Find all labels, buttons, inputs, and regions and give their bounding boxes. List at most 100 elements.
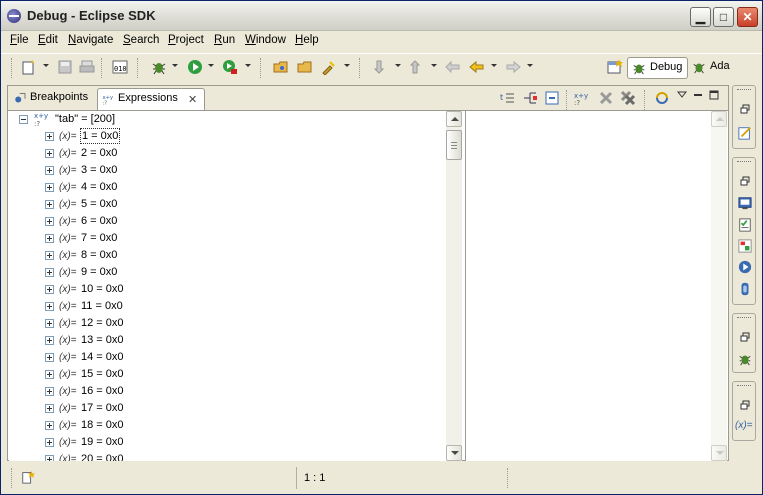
maximize-button[interactable]: □ <box>713 7 734 27</box>
menu-edit[interactable]: Edit <box>38 34 58 46</box>
menu-search[interactable]: Search <box>123 34 159 46</box>
expressions-tree[interactable]: x+y:? "tab" = [200] (x)= 1 = 0x0 (x)= 2 = 0… <box>9 111 446 461</box>
expand-toggle-icon[interactable] <box>45 234 54 243</box>
expand-toggle-icon[interactable] <box>45 455 54 461</box>
expand-toggle-icon[interactable] <box>45 183 54 192</box>
collapse-all-icon[interactable] <box>544 90 560 106</box>
forward-dropdown-icon[interactable] <box>527 64 533 67</box>
ada-perspective-icon[interactable] <box>692 60 706 74</box>
open-resource-icon[interactable] <box>297 59 313 75</box>
variables-view-icon[interactable]: (x)= <box>735 420 753 431</box>
detail-scroll-down-button[interactable] <box>711 445 727 461</box>
expand-toggle-icon[interactable] <box>45 251 54 260</box>
collapse-toggle-icon[interactable] <box>19 115 28 124</box>
run-icon[interactable] <box>187 59 203 75</box>
search-flashlight-icon[interactable] <box>321 59 337 75</box>
menu-navigate[interactable]: Navigate <box>68 34 113 46</box>
detail-scroll-up-button[interactable] <box>711 111 727 127</box>
menu-help[interactable]: Help <box>295 34 319 46</box>
debug-dropdown-icon[interactable] <box>172 64 178 67</box>
fast-view-icon[interactable] <box>21 470 35 484</box>
expand-toggle-icon[interactable] <box>45 421 54 430</box>
status-grip[interactable] <box>11 468 14 488</box>
tree-vertical-scrollbar[interactable] <box>446 111 462 461</box>
expand-toggle-icon[interactable] <box>45 285 54 294</box>
expand-toggle-icon[interactable] <box>45 336 54 345</box>
outline-icon[interactable] <box>738 239 752 253</box>
open-perspective-icon[interactable] <box>607 59 623 75</box>
minimize-button[interactable]: ▁ <box>690 7 711 27</box>
last-edit-location-icon[interactable] <box>445 59 461 75</box>
trim-grip[interactable] <box>737 89 751 90</box>
remove-all-expressions-icon[interactable] <box>620 90 636 106</box>
expand-toggle-icon[interactable] <box>45 200 54 209</box>
menu-file[interactable]: File <box>10 34 29 46</box>
scroll-up-button[interactable] <box>446 111 462 127</box>
detail-pane[interactable] <box>465 111 712 461</box>
save-icon[interactable] <box>57 59 73 75</box>
forward-icon[interactable] <box>505 59 521 75</box>
expand-toggle-icon[interactable] <box>45 319 54 328</box>
show-logical-structure-icon[interactable] <box>522 90 538 106</box>
print-icon[interactable] <box>79 59 95 75</box>
expand-toggle-icon[interactable] <box>45 353 54 362</box>
create-watch-expression-icon[interactable]: x+y:? <box>574 90 590 106</box>
console-icon[interactable] <box>738 196 752 210</box>
previous-annotation-dropdown-icon[interactable] <box>431 64 437 67</box>
progress-icon[interactable] <box>738 260 752 274</box>
trim-grip[interactable] <box>737 161 751 162</box>
maximize-view-icon[interactable] <box>708 89 720 101</box>
previous-annotation-icon[interactable] <box>409 59 425 75</box>
expand-toggle-icon[interactable] <box>45 302 54 311</box>
toolbar-grip[interactable] <box>11 58 14 78</box>
status-grip[interactable] <box>507 468 510 488</box>
new-dropdown-icon[interactable] <box>43 64 49 67</box>
search-dropdown-icon[interactable] <box>344 64 350 67</box>
restore-icon[interactable] <box>740 400 750 410</box>
title-bar[interactable]: Debug - Eclipse SDK ▁ □ ✕ <box>1 1 762 31</box>
external-tools-icon[interactable] <box>222 59 238 75</box>
scroll-thumb[interactable] <box>446 130 462 160</box>
expand-toggle-icon[interactable] <box>45 166 54 175</box>
debug-bug-icon[interactable] <box>151 59 167 75</box>
remove-expression-icon[interactable] <box>598 90 614 106</box>
expand-toggle-icon[interactable] <box>45 387 54 396</box>
detail-vertical-scrollbar[interactable] <box>711 111 727 461</box>
close-button[interactable]: ✕ <box>737 7 758 27</box>
expand-toggle-icon[interactable] <box>45 370 54 379</box>
view-menu-chevron-down-icon[interactable] <box>676 89 688 101</box>
external-tools-dropdown-icon[interactable] <box>245 64 251 67</box>
expand-toggle-icon[interactable] <box>45 268 54 277</box>
restore-icon[interactable] <box>740 176 750 186</box>
expand-toggle-icon[interactable] <box>45 217 54 226</box>
trim-grip[interactable] <box>737 317 751 318</box>
minimize-view-icon[interactable] <box>692 89 704 101</box>
restore-icon[interactable] <box>740 104 750 114</box>
reevaluate-icon[interactable] <box>654 90 670 106</box>
restore-icon[interactable] <box>740 332 750 342</box>
memory-icon[interactable] <box>738 282 752 296</box>
new-wizard-icon[interactable] <box>21 59 37 75</box>
expand-toggle-icon[interactable] <box>45 132 54 141</box>
back-icon[interactable] <box>469 59 485 75</box>
expand-toggle-icon[interactable] <box>45 149 54 158</box>
next-annotation-dropdown-icon[interactable] <box>395 64 401 67</box>
trim-grip[interactable] <box>737 385 751 386</box>
perspective-ada-label[interactable]: Ada <box>710 60 730 72</box>
binary-display-icon[interactable]: 010 <box>112 59 128 75</box>
back-dropdown-icon[interactable] <box>491 64 497 67</box>
editor-icon[interactable] <box>738 126 752 140</box>
close-tab-icon[interactable]: ✕ <box>188 91 197 110</box>
show-type-names-icon[interactable]: t <box>500 90 516 106</box>
next-annotation-icon[interactable] <box>373 59 389 75</box>
open-type-icon[interactable] <box>273 59 289 75</box>
menu-project[interactable]: Project <box>168 34 204 46</box>
tab-breakpoints[interactable]: Breakpoints <box>10 88 96 109</box>
menu-window[interactable]: Window <box>245 34 286 46</box>
debug-view-bug-icon[interactable] <box>738 352 752 366</box>
perspective-debug-button[interactable]: Debug <box>627 57 688 79</box>
run-dropdown-icon[interactable] <box>208 64 214 67</box>
scroll-down-button[interactable] <box>446 445 462 461</box>
expand-toggle-icon[interactable] <box>45 404 54 413</box>
tasks-icon[interactable] <box>738 218 752 232</box>
